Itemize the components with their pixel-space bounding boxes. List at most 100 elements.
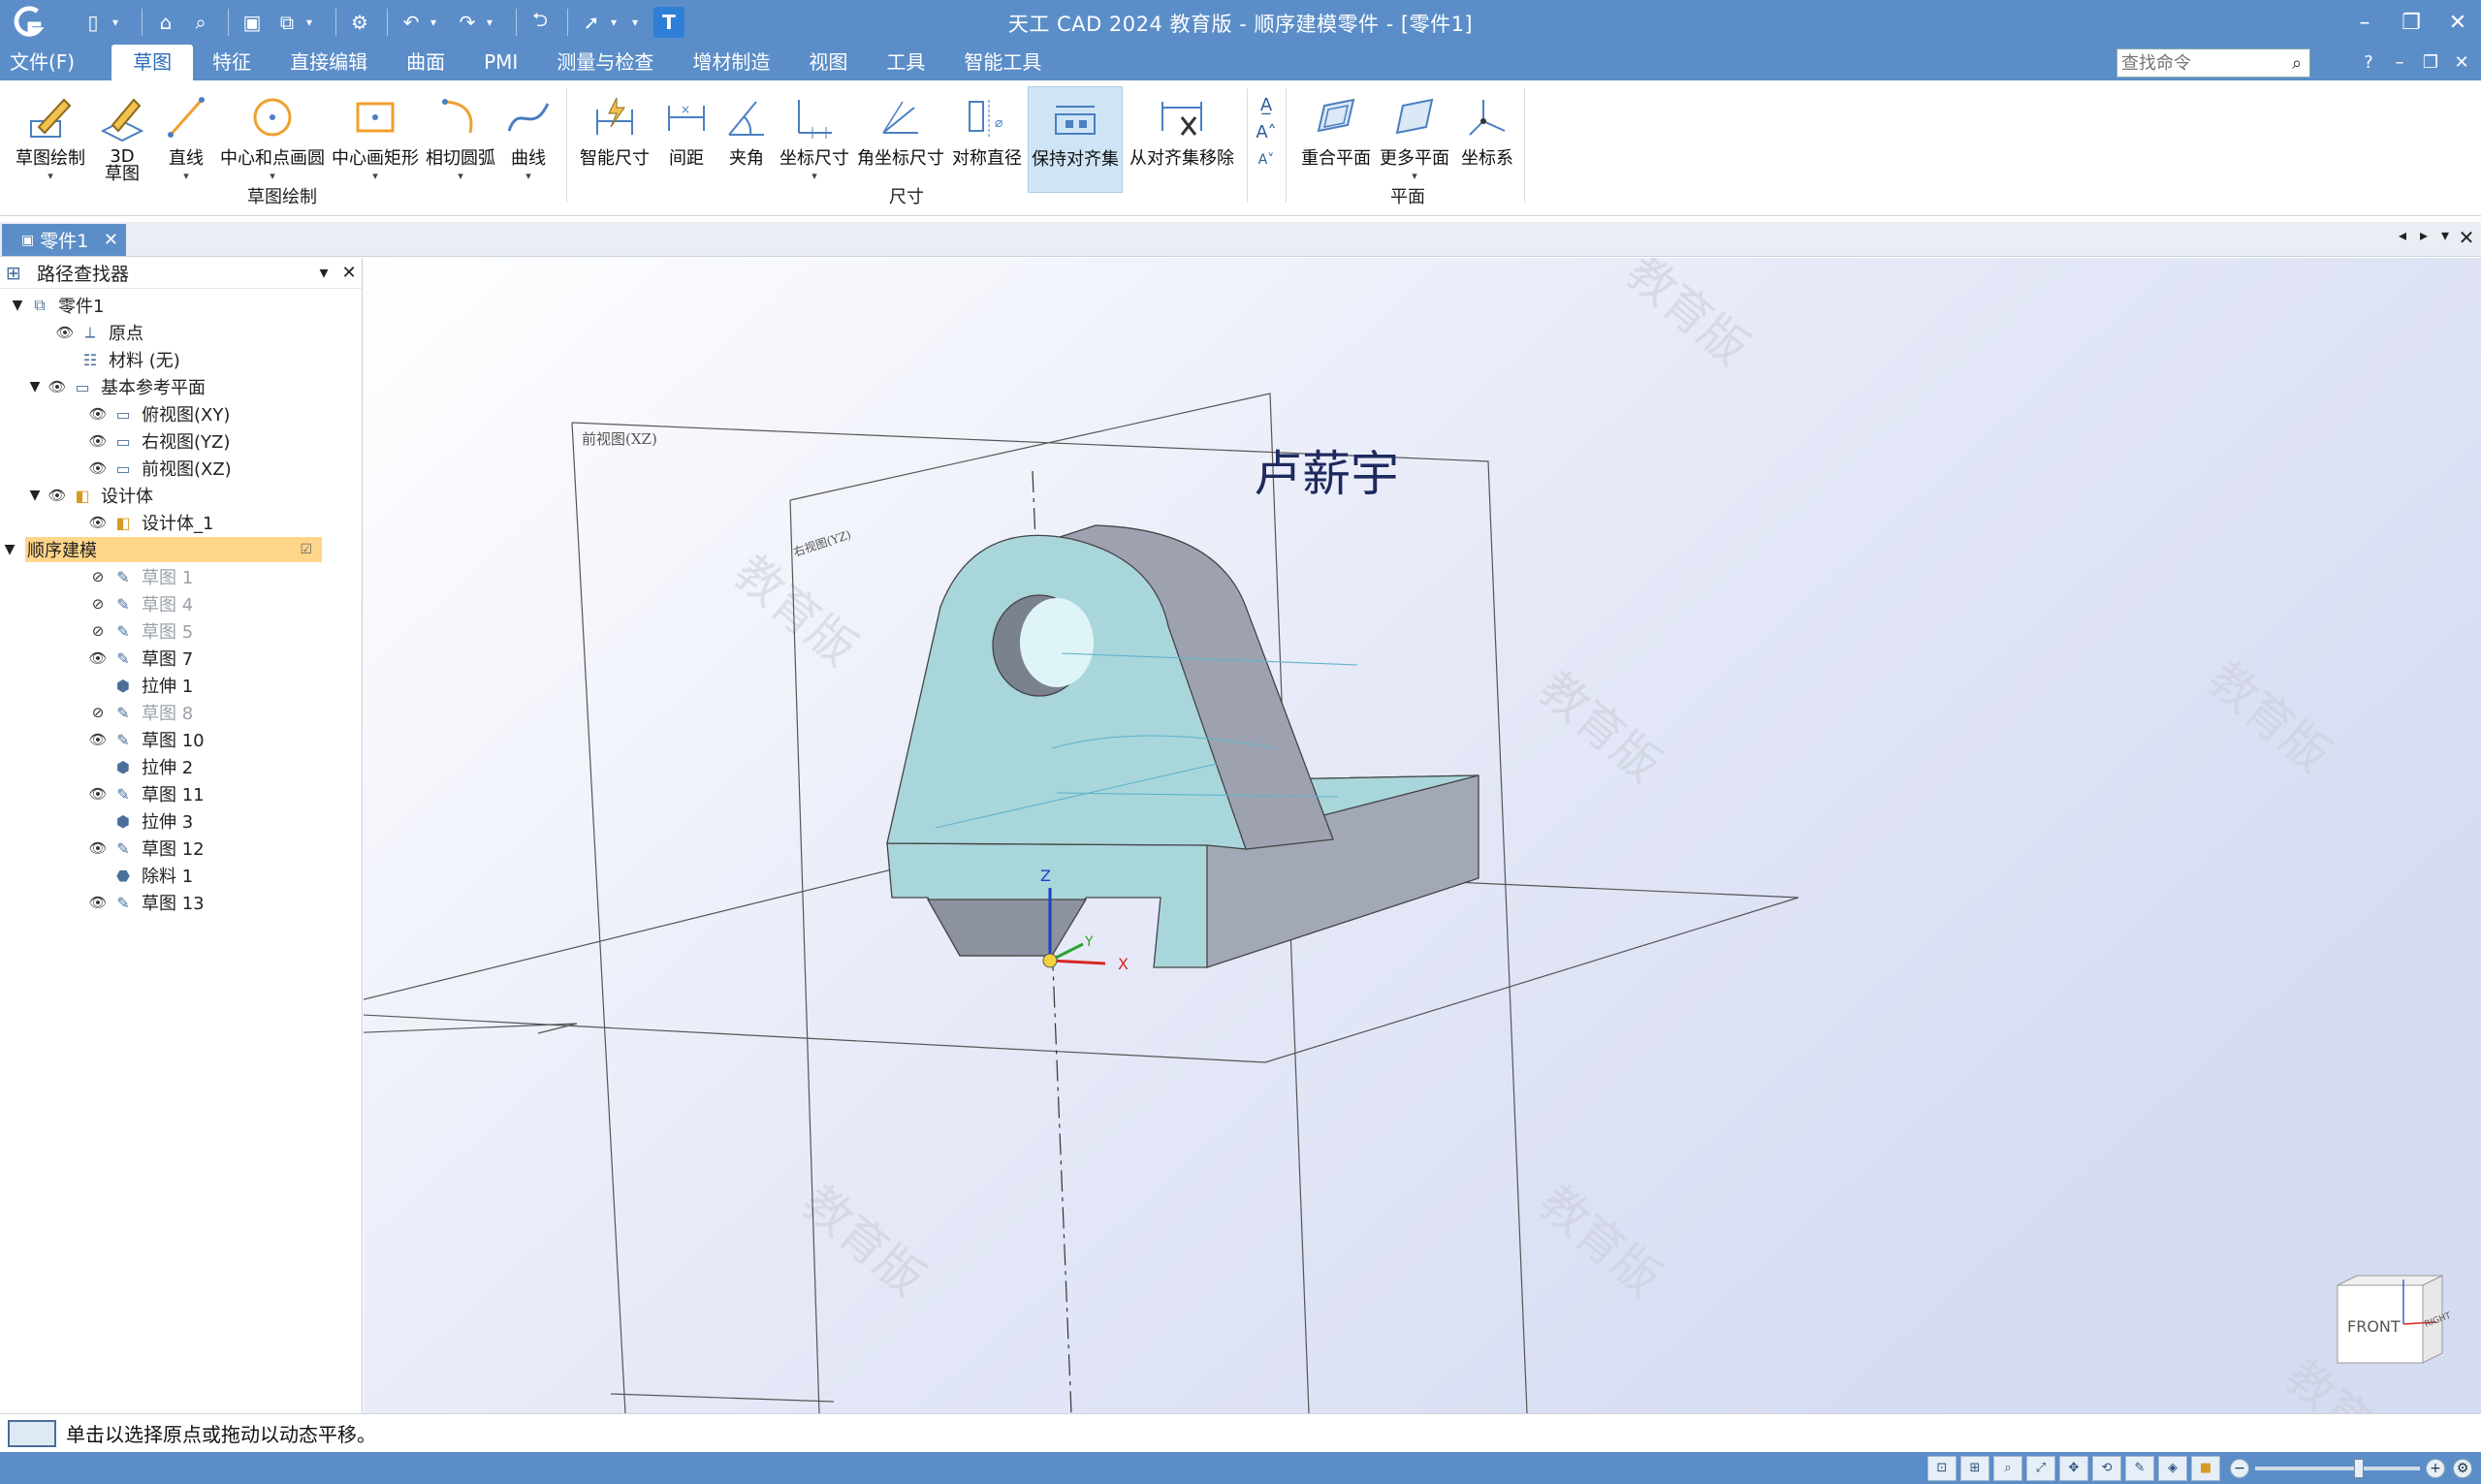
remove-from-aligned-set-button[interactable]: 从对齐集移除 xyxy=(1127,86,1237,193)
visibility-eye-icon[interactable]: 👁 xyxy=(85,514,111,531)
zoom-thumb[interactable] xyxy=(2354,1459,2364,1478)
tree-item-sketch-4[interactable]: ⊘ ✎ 草图 4 xyxy=(85,591,193,616)
tab-pmi[interactable]: PMI xyxy=(464,45,537,80)
tree-item-sketch-8[interactable]: ⊘ ✎ 草图 8 xyxy=(85,700,193,725)
visibility-eye-icon[interactable]: 👁 xyxy=(85,459,111,477)
tree-item-right-plane[interactable]: 👁 ▭ 右视图(YZ) xyxy=(85,428,230,454)
minimize-icon[interactable]: – xyxy=(2341,0,2388,45)
close-document-icon[interactable]: ✕ xyxy=(2456,226,2477,249)
undo-dropdown[interactable]: ▾ xyxy=(430,16,444,29)
ribbon-minimize-icon[interactable]: – xyxy=(2384,52,2415,73)
sketch-view-icon[interactable]: ✎ xyxy=(2125,1455,2154,1481)
new-file-icon[interactable]: ▯ xyxy=(78,7,109,38)
zoom-settings-icon[interactable]: ⚙ xyxy=(2453,1459,2472,1478)
select-arrow-icon[interactable]: ➚ xyxy=(576,7,607,38)
find-icon[interactable]: ⌕ xyxy=(185,7,216,38)
tab-additive[interactable]: 增材制造 xyxy=(673,45,789,80)
tree-item-extrude-2[interactable]: ⬢ 拉伸 2 xyxy=(111,754,193,779)
tree-item-sketch-10[interactable]: 👁 ✎ 草图 10 xyxy=(85,727,204,752)
restore-icon[interactable]: ❐ xyxy=(2388,0,2434,45)
angular-coordinate-button[interactable]: 角坐标尺寸 xyxy=(855,86,946,193)
collapse-arrow-icon[interactable]: ▼ xyxy=(25,379,45,395)
redo-dropdown[interactable]: ▾ xyxy=(487,16,500,29)
hidden-eye-icon[interactable]: ⊘ xyxy=(85,622,111,640)
zoom-out-icon[interactable]: − xyxy=(2230,1459,2249,1478)
distance-button[interactable]: × 间距 xyxy=(659,86,714,193)
tree-item-material[interactable]: ☷ 材料 (无) xyxy=(78,347,180,372)
fit-view-icon[interactable]: ⤢ xyxy=(2026,1455,2055,1481)
visibility-eye-icon[interactable]: 👁 xyxy=(52,324,78,341)
viewport-canvas[interactable]: 教育版 教育版 教育版 教育版 教育版 教育版 教育版 前视图(XZ) 右视图(… xyxy=(364,258,2481,1413)
customize-dropdown[interactable]: ▾ xyxy=(632,16,646,29)
help-icon[interactable]: ? xyxy=(2353,52,2384,73)
tree-item-front-plane[interactable]: 👁 ▭ 前视图(XZ) xyxy=(85,456,231,481)
line-button[interactable]: 直线 ▾ xyxy=(159,86,213,193)
ribbon-restore-icon[interactable]: ❐ xyxy=(2415,52,2446,73)
coincident-plane-button[interactable]: 重合平面 xyxy=(1299,86,1373,193)
annotation-text[interactable]: 卢薪宇 xyxy=(1254,446,1399,502)
collapse-arrow-icon[interactable]: ▼ xyxy=(8,298,27,313)
tree-item-cut-1[interactable]: ⬣ 除料 1 xyxy=(111,863,193,888)
redo-icon[interactable]: ↷ xyxy=(452,7,483,38)
visibility-eye-icon[interactable]: 👁 xyxy=(85,785,111,803)
tangent-arc-button[interactable]: 相切圆弧 ▾ xyxy=(425,86,496,193)
tree-item-sketch-5[interactable]: ⊘ ✎ 草图 5 xyxy=(85,618,193,644)
visibility-eye-icon[interactable]: 👁 xyxy=(85,432,111,450)
symmetric-diameter-button[interactable]: ⌀ 对称直径 xyxy=(950,86,1024,193)
text-shrink-icon[interactable]: A˅ xyxy=(1251,146,1282,174)
3d-sketch-button[interactable]: 3D 草图 xyxy=(97,86,147,193)
tree-item-sketch-13[interactable]: 👁 ✎ 草图 13 xyxy=(85,890,204,915)
text-style-icon[interactable]: A̲ xyxy=(1251,92,1282,119)
panel-close-icon[interactable]: ✕ xyxy=(336,263,362,283)
tree-item-origin[interactable]: 👁 ⟂ 原点 xyxy=(52,320,143,345)
tab-smart-tools[interactable]: 智能工具 xyxy=(944,45,1061,80)
zoom-icon[interactable]: ⌕ xyxy=(1993,1455,2022,1481)
hidden-eye-icon[interactable]: ⊘ xyxy=(85,568,111,585)
tab-feature[interactable]: 特征 xyxy=(193,45,270,80)
angle-button[interactable]: 夹角 xyxy=(719,86,774,193)
hidden-eye-icon[interactable]: ⊘ xyxy=(85,595,111,613)
zoom-track[interactable] xyxy=(2255,1459,2420,1478)
save-dropdown[interactable]: ▾ xyxy=(306,16,320,29)
close-tab-icon[interactable]: ✕ xyxy=(104,230,118,250)
tab-scroll-left-icon[interactable]: ◂ xyxy=(2392,226,2413,249)
checkmark-icon[interactable]: ☑ xyxy=(300,542,312,557)
tree-item-part[interactable]: ▼ ⧉ 零件1 xyxy=(8,293,105,318)
curve-button[interactable]: 曲线 ▾ xyxy=(500,86,557,193)
open-file-icon[interactable]: ⌂ xyxy=(150,7,181,38)
undo-icon[interactable]: ↶ xyxy=(396,7,427,38)
tab-measure-inspect[interactable]: 测量与检查 xyxy=(537,45,673,80)
tree-item-sketch-1[interactable]: ⊘ ✎ 草图 1 xyxy=(85,564,193,589)
rotate-icon[interactable]: ⟲ xyxy=(2092,1455,2121,1481)
tab-list-dropdown-icon[interactable]: ▾ xyxy=(2434,226,2456,249)
ribbon-close-icon[interactable]: ✕ xyxy=(2446,52,2477,73)
visibility-eye-icon[interactable]: 👁 xyxy=(85,894,111,911)
tab-sketch[interactable]: 草图 xyxy=(111,45,194,80)
sketch-draw-button[interactable]: 草图绘制 ▾ xyxy=(12,86,89,193)
settings-gear-icon[interactable]: ⚙ xyxy=(344,7,375,38)
save-icon[interactable]: ▣ xyxy=(237,7,268,38)
tree-item-design-body-1[interactable]: 👁 ◧ 设计体_1 xyxy=(85,510,213,535)
3d-viewport[interactable]: 教育版 教育版 教育版 教育版 教育版 教育版 教育版 前视图(XZ) 右视图(… xyxy=(364,258,2481,1413)
select-dropdown[interactable]: ▾ xyxy=(611,16,624,29)
new-file-dropdown[interactable]: ▾ xyxy=(112,16,126,29)
collapse-arrow-icon[interactable]: ▼ xyxy=(0,542,19,557)
pan-icon[interactable]: ✥ xyxy=(2059,1455,2088,1481)
keep-aligned-set-button[interactable]: 保持对齐集 xyxy=(1028,86,1123,193)
tab-scroll-right-icon[interactable]: ▸ xyxy=(2413,226,2434,249)
search-icon[interactable]: ⌕ xyxy=(2284,53,2309,74)
tree-item-sequential-modeling[interactable]: ▼ 顺序建模 ☑ xyxy=(0,537,322,562)
command-search-input[interactable] xyxy=(2121,50,2284,76)
tree-item-sketch-12[interactable]: 👁 ✎ 草图 12 xyxy=(85,836,204,861)
view-cube[interactable]: FRONT RIGHT xyxy=(2337,1275,2453,1364)
visibility-eye-icon[interactable]: 👁 xyxy=(85,649,111,667)
coordinate-dimension-button[interactable]: 坐标尺寸 ▾ xyxy=(778,86,851,193)
color-icon[interactable]: ■ xyxy=(2191,1455,2220,1481)
tab-surface[interactable]: 曲面 xyxy=(387,45,464,80)
tab-direct-edit[interactable]: 直接编辑 xyxy=(270,45,387,80)
zoom-in-icon[interactable]: + xyxy=(2426,1459,2445,1478)
text-t-icon[interactable]: T xyxy=(653,7,684,38)
tree-item-sketch-11[interactable]: 👁 ✎ 草图 11 xyxy=(85,781,204,806)
tree-item-base-planes[interactable]: ▼ 👁 ▭ 基本参考平面 xyxy=(25,374,206,399)
tree-item-sketch-7[interactable]: 👁 ✎ 草图 7 xyxy=(85,646,193,671)
